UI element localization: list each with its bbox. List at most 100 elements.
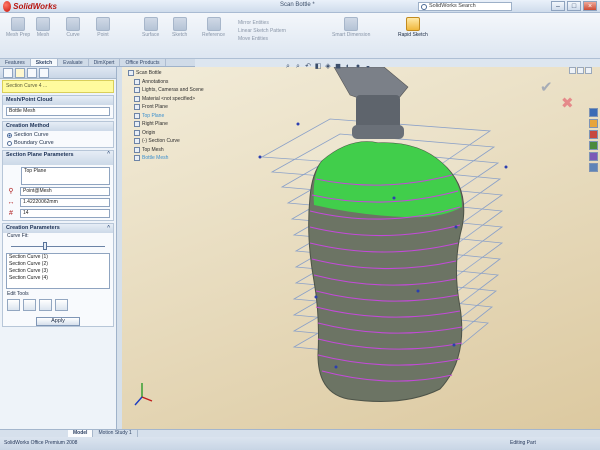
plane-selection-field[interactable]: Top Plane (21, 167, 110, 185)
config-manager-icon[interactable] (27, 68, 37, 78)
menu-item-mirror[interactable]: Mirror Entities (238, 19, 286, 27)
plane-icon (134, 121, 140, 128)
slider-thumb[interactable] (42, 242, 47, 250)
ribbon-button-smart-dimension[interactable]: Smart Dimension (332, 17, 370, 38)
ribbon-button-mesh-prep[interactable]: Mesh Prep (6, 17, 30, 38)
ribbon-button-mesh[interactable]: Mesh (36, 17, 50, 38)
search-input[interactable]: SolidWorks Search (418, 2, 512, 11)
reference-field[interactable]: Point@Mesh (20, 187, 110, 196)
tab-dimxpert[interactable]: DimXpert (89, 59, 121, 66)
section-view-icon[interactable]: ◧ (314, 63, 322, 71)
tree-item[interactable]: Front Plane (126, 103, 276, 112)
previous-view-icon[interactable]: ↶ (304, 63, 312, 71)
minimize-button[interactable]: – (551, 1, 565, 11)
curve-fit-slider[interactable] (11, 241, 105, 251)
close-button[interactable]: × (583, 1, 597, 11)
viewport-minimize-button[interactable] (569, 67, 576, 74)
tree-item[interactable]: (-) Section Curve (126, 137, 276, 146)
mesh-group-header[interactable]: Mesh/Point Cloud (3, 96, 113, 105)
tree-item[interactable]: Material <not specified> (126, 95, 276, 104)
ribbon-button-curve[interactable]: Curve (66, 17, 80, 38)
resources-icon[interactable] (589, 108, 598, 117)
window-controls: – □ × (551, 1, 597, 11)
view-palette-icon[interactable] (589, 141, 598, 150)
hide-show-icon[interactable]: ◐ (344, 63, 352, 71)
property-manager-icon[interactable] (15, 68, 25, 78)
command-manager: Mesh Prep Mesh Curve Point Surface Sketc… (0, 13, 600, 59)
count-field[interactable]: 14 (20, 209, 110, 218)
tree-item[interactable]: Top Mesh (126, 146, 276, 155)
tab-motion-study[interactable]: Motion Study 1 (93, 430, 138, 437)
sketch-icon (172, 17, 187, 31)
viewport-maximize-button[interactable] (577, 67, 584, 74)
collapse-icon[interactable]: ^ (107, 151, 110, 157)
split-curve-icon[interactable] (39, 299, 52, 311)
origin-icon (134, 129, 140, 136)
tree-item[interactable]: Annotations (126, 78, 276, 87)
list-item[interactable]: Section Curve (1) (7, 254, 109, 261)
apply-button[interactable]: Apply (36, 317, 80, 326)
design-library-icon[interactable] (589, 119, 598, 128)
section-plane-group: Section Plane Parameters ^ Top Plane ⚲ Poi… (2, 150, 114, 221)
menu-item-move[interactable]: Move Entities (238, 35, 286, 43)
ribbon-button-surface[interactable]: Surface (142, 17, 159, 38)
reference-point-icon: ⚲ (8, 188, 14, 195)
confirm-ok-icon[interactable]: ✔ (540, 78, 553, 96)
mesh-icon (134, 146, 140, 153)
tree-item[interactable]: Right Plane (126, 120, 276, 129)
ribbon-button-point[interactable]: Point (96, 17, 110, 38)
radio-section-curve[interactable]: Section Curve (3, 131, 113, 139)
apply-scene-icon[interactable]: ◒ (364, 63, 372, 71)
mesh-icon (134, 155, 140, 162)
trim-curve-icon[interactable] (55, 299, 68, 311)
section-curve-list[interactable]: Section Curve (1) Section Curve (2) Sect… (6, 253, 110, 289)
tab-evaluate[interactable]: Evaluate (58, 59, 89, 66)
custom-properties-icon[interactable] (589, 163, 598, 172)
viewport-close-button[interactable] (585, 67, 592, 74)
dimxpert-icon[interactable] (39, 68, 49, 78)
method-group-header[interactable]: Creation Method (3, 122, 113, 131)
mesh-field[interactable]: Bottle Mesh (6, 107, 110, 116)
radio-boundary-curve[interactable]: Boundary Curve (3, 139, 113, 147)
menu-item-linear-pattern[interactable]: Linear Sketch Pattern (238, 27, 286, 35)
mesh-icon (36, 17, 50, 31)
tree-item[interactable]: Top Plane (126, 112, 276, 121)
list-item[interactable]: Section Curve (4) (7, 275, 109, 282)
feature-tree-icon[interactable] (3, 68, 13, 78)
cancel-x-icon[interactable]: ✖ (561, 94, 574, 112)
list-item[interactable]: Section Curve (2) (7, 261, 109, 268)
command-tabs: Features Sketch Evaluate DimXpert Office… (0, 59, 195, 67)
add-curve-icon[interactable] (7, 299, 20, 311)
tree-item[interactable]: Scan Bottle (126, 69, 276, 78)
distance-field[interactable]: 1.42220062mm (20, 198, 110, 207)
view-orientation-icon[interactable]: ◈ (324, 63, 332, 71)
list-item[interactable]: Section Curve (3) (7, 268, 109, 275)
appearances-icon[interactable] (589, 152, 598, 161)
task-pane (589, 108, 598, 172)
method-group: Creation Method Section Curve Boundary C… (2, 121, 114, 148)
creation-group-header[interactable]: Creation Parameters ^ (3, 224, 113, 233)
radio-unselected-icon (7, 140, 12, 146)
zoom-fit-icon[interactable]: ⌕ (284, 63, 292, 71)
zoom-area-icon[interactable]: ⌕ (294, 63, 302, 71)
ribbon-button-sketch[interactable]: Sketch (172, 17, 187, 38)
section-plane-header[interactable]: Section Plane Parameters ^ (3, 151, 113, 165)
solidworks-logo[interactable]: SolidWorks (3, 1, 57, 12)
tab-office-products[interactable]: Office Products (120, 59, 166, 66)
ribbon-button-reference[interactable]: Reference (202, 17, 225, 38)
display-style-icon[interactable]: ◼ (334, 63, 342, 71)
view-triad-icon (134, 383, 153, 406)
ribbon-button-rapid-sketch[interactable]: Rapid Sketch (398, 17, 428, 38)
tab-features[interactable]: Features (0, 59, 31, 66)
tree-item[interactable]: Origin (126, 129, 276, 138)
tree-item[interactable]: Lights, Cameras and Scene (126, 86, 276, 95)
tree-item[interactable]: Bottle Mesh (126, 154, 276, 163)
tab-model[interactable]: Model (68, 430, 94, 437)
collapse-icon[interactable]: ^ (107, 224, 110, 233)
tab-sketch[interactable]: Sketch (30, 59, 59, 66)
file-explorer-icon[interactable] (589, 130, 598, 139)
delete-curve-icon[interactable] (23, 299, 36, 311)
document-title: Scan Bottle * (280, 2, 315, 8)
edit-appearance-icon[interactable]: ● (354, 63, 362, 71)
maximize-button[interactable]: □ (567, 1, 581, 11)
